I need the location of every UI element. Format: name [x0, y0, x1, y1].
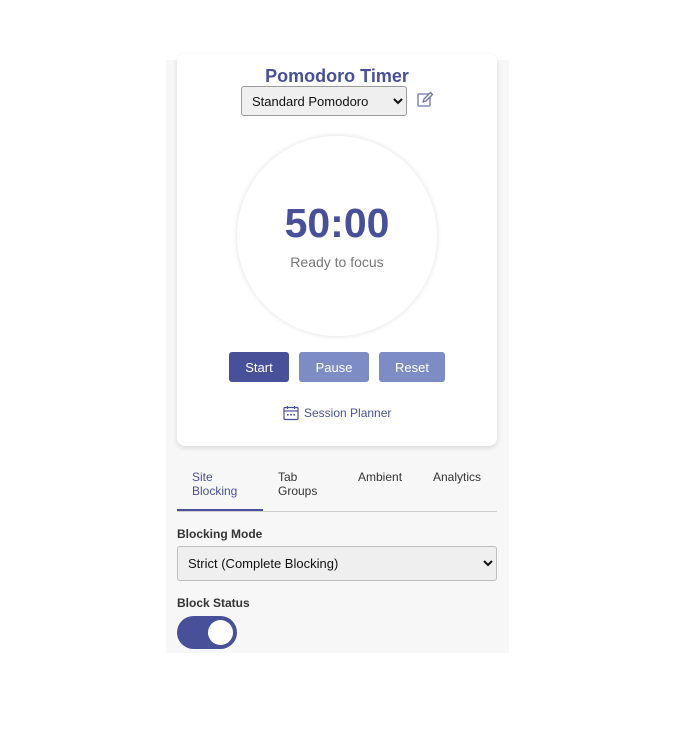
timer-display: 50:00 [284, 200, 390, 246]
extension-panel: Pomodoro Timer Standard Pomodoro 50:00 R… [166, 54, 509, 653]
timer-card: Pomodoro Timer Standard Pomodoro 50:00 R… [177, 54, 497, 446]
active-tab-indicator [177, 509, 263, 511]
timer-preset-select[interactable]: Standard Pomodoro [241, 86, 407, 116]
blocking-mode-select[interactable]: Strict (Complete Blocking) [177, 546, 497, 581]
session-planner-label: Session Planner [304, 406, 392, 420]
session-planner-link[interactable]: Session Planner [283, 404, 391, 422]
block-status-toggle[interactable] [177, 616, 237, 649]
blocking-mode-label: Blocking Mode [177, 527, 263, 541]
timer-status: Ready to focus [290, 254, 384, 270]
calendar-icon [283, 406, 299, 421]
feature-tabs: Site Blocking Tab Groups Ambient Analyti… [177, 464, 497, 512]
tab-tab-groups[interactable]: Tab Groups [278, 470, 317, 498]
tab-ambient[interactable]: Ambient [358, 470, 402, 484]
toggle-knob [208, 620, 233, 645]
reset-button[interactable]: Reset [379, 352, 445, 382]
edit-icon[interactable] [416, 91, 434, 109]
page-title: Pomodoro Timer [265, 66, 409, 86]
tab-analytics[interactable]: Analytics [433, 470, 481, 484]
block-status-label: Block Status [177, 596, 250, 610]
pause-button[interactable]: Pause [299, 352, 369, 382]
start-button[interactable]: Start [229, 352, 289, 382]
timer-dial: 50:00 Ready to focus [237, 136, 437, 336]
tab-site-blocking[interactable]: Site Blocking [192, 470, 237, 498]
